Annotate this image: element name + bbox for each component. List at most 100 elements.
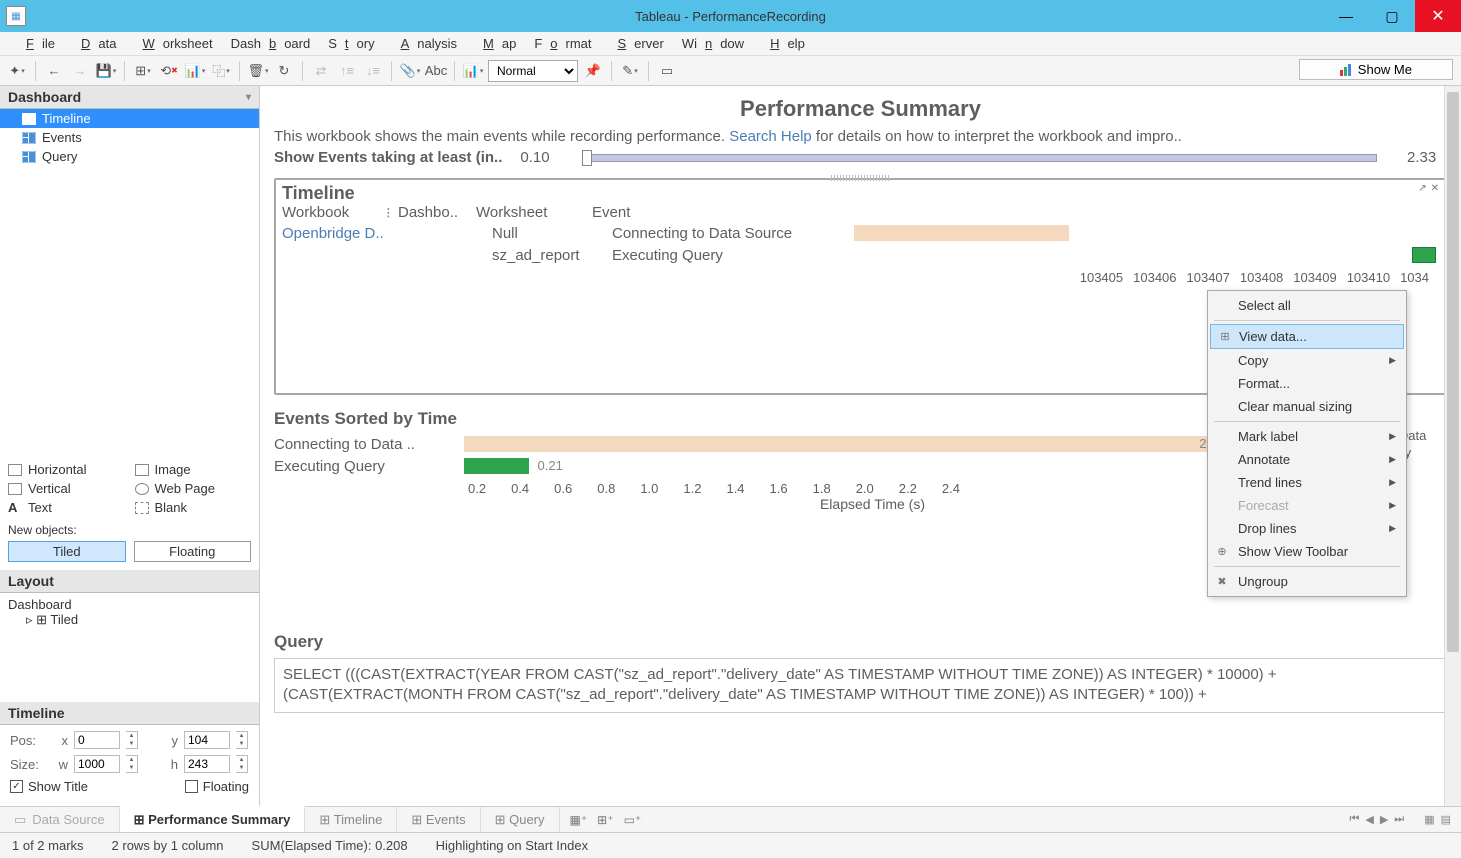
menu-format[interactable]: Format bbox=[526, 34, 599, 53]
menu-help[interactable]: Help bbox=[754, 34, 813, 53]
size-h-input[interactable] bbox=[184, 755, 230, 773]
menu-dashboard[interactable]: Dashboard bbox=[223, 34, 319, 53]
sheet-tab[interactable]: ⊞ Events bbox=[397, 807, 480, 832]
close-button[interactable]: ✕ bbox=[1415, 0, 1461, 32]
new-dashboard-icon[interactable]: ⊞⁺ bbox=[597, 813, 613, 827]
slider-handle[interactable] bbox=[582, 150, 592, 166]
group-icon[interactable]: 📎 bbox=[399, 60, 421, 82]
expand-icon[interactable]: ↗ bbox=[1418, 183, 1426, 194]
timeline-row[interactable]: sz_ad_report Executing Query bbox=[282, 244, 1439, 266]
tiled-toggle[interactable]: Tiled bbox=[8, 541, 126, 562]
label-icon[interactable]: Abc bbox=[425, 60, 447, 82]
event-row[interactable]: Executing Query 0.21 bbox=[274, 455, 1281, 477]
pos-y-input[interactable] bbox=[184, 731, 230, 749]
help-link[interactable]: Search Help bbox=[729, 128, 812, 145]
timeline-bar[interactable] bbox=[854, 225, 1069, 241]
menu-file[interactable]: File bbox=[10, 34, 63, 53]
event-row[interactable]: Connecting to Data .. 2.33 bbox=[274, 433, 1281, 455]
spinner[interactable]: ▲▼ bbox=[236, 755, 248, 773]
context-menu-item[interactable]: ✖Ungroup bbox=[1208, 570, 1406, 593]
save-icon[interactable]: 💾 bbox=[95, 60, 117, 82]
sort-desc-icon[interactable]: ↓≡ bbox=[362, 60, 384, 82]
size-w-input[interactable] bbox=[74, 755, 120, 773]
spinner[interactable]: ▲▼ bbox=[236, 731, 248, 749]
data-source-tab[interactable]: ▭ Data Source bbox=[0, 807, 120, 832]
context-menu-item[interactable]: ⊕Show View Toolbar bbox=[1208, 540, 1406, 563]
pos-x-input[interactable] bbox=[74, 731, 120, 749]
context-menu-item[interactable]: Mark label▶ bbox=[1208, 425, 1406, 448]
nav-next-icon[interactable]: ▶ bbox=[1380, 813, 1388, 826]
dashboard-item-query[interactable]: Query bbox=[0, 147, 259, 166]
presentation-icon[interactable]: ▭ bbox=[656, 60, 678, 82]
scrollbar-thumb[interactable] bbox=[1447, 92, 1459, 652]
timeline-bar[interactable] bbox=[1412, 247, 1436, 263]
event-bar[interactable] bbox=[464, 436, 1224, 452]
object-horizontal[interactable]: Horizontal bbox=[8, 462, 125, 477]
auto-update-icon[interactable]: ↻ bbox=[273, 60, 295, 82]
show-title-checkbox[interactable]: ✓Show Title bbox=[10, 779, 88, 794]
menu-map[interactable]: Map bbox=[467, 34, 524, 53]
layout-child[interactable]: ▹ ⊞ Tiled bbox=[8, 612, 251, 628]
new-datasource-icon[interactable]: ⊞ bbox=[132, 60, 154, 82]
new-worksheet-icon[interactable]: ▦⁺ bbox=[570, 813, 588, 827]
context-menu-item[interactable]: Drop lines▶ bbox=[1208, 517, 1406, 540]
fit-mode-select[interactable]: Normal bbox=[488, 60, 578, 82]
redo-icon[interactable]: → bbox=[69, 60, 91, 82]
show-tabs-icon[interactable]: ▦ bbox=[1424, 813, 1434, 826]
clear-icon[interactable]: 🗑 bbox=[247, 60, 269, 82]
context-menu-item[interactable]: Annotate▶ bbox=[1208, 448, 1406, 471]
workbook-link[interactable]: Openbridge D.. bbox=[282, 225, 384, 242]
dashboard-item-events[interactable]: Events bbox=[0, 128, 259, 147]
floating-checkbox[interactable]: Floating bbox=[185, 779, 249, 794]
menu-story[interactable]: Story bbox=[320, 34, 382, 53]
sort-asc-icon[interactable]: ↑≡ bbox=[336, 60, 358, 82]
object-webpage[interactable]: Web Page bbox=[135, 481, 252, 496]
context-menu-item[interactable]: ⊞View data... bbox=[1210, 324, 1404, 349]
highlight-icon[interactable]: ✎ bbox=[619, 60, 641, 82]
panel-menu-icon[interactable]: ▾ bbox=[246, 92, 251, 103]
sheet-tab[interactable]: ⊞ Timeline bbox=[305, 807, 397, 832]
menu-analysis[interactable]: Analysis bbox=[385, 34, 465, 53]
view-icon[interactable]: 📊 bbox=[462, 60, 484, 82]
show-me-button[interactable]: Show Me bbox=[1299, 59, 1453, 80]
sheet-tab[interactable]: ⊞ Query bbox=[481, 807, 560, 832]
nav-first-icon[interactable]: ⏮ bbox=[1349, 813, 1359, 826]
object-text[interactable]: AText bbox=[8, 500, 125, 515]
context-menu-item[interactable]: Copy▶ bbox=[1208, 349, 1406, 372]
spinner[interactable]: ▲▼ bbox=[126, 731, 138, 749]
show-filmstrip-icon[interactable]: ▤ bbox=[1441, 813, 1451, 826]
new-worksheet-icon[interactable]: 📊 bbox=[184, 60, 206, 82]
context-menu-item[interactable]: Trend lines▶ bbox=[1208, 471, 1406, 494]
spinner[interactable]: ▲▼ bbox=[126, 755, 138, 773]
floating-toggle[interactable]: Floating bbox=[134, 541, 252, 562]
object-vertical[interactable]: Vertical bbox=[8, 481, 125, 496]
nav-prev-icon[interactable]: ◀ bbox=[1365, 813, 1373, 826]
nav-last-icon[interactable]: ⏭ bbox=[1394, 813, 1404, 826]
menu-worksheet[interactable]: Worksheet bbox=[126, 34, 220, 53]
maximize-button[interactable]: ▢ bbox=[1369, 0, 1415, 32]
menu-window[interactable]: Window bbox=[674, 34, 752, 53]
menu-data[interactable]: Data bbox=[65, 34, 124, 53]
object-blank[interactable]: Blank bbox=[135, 500, 252, 515]
context-menu-item[interactable]: Format... bbox=[1208, 372, 1406, 395]
layout-root[interactable]: Dashboard bbox=[8, 597, 251, 612]
remove-icon[interactable]: ✕ bbox=[1431, 183, 1439, 194]
event-duration-slider[interactable] bbox=[578, 150, 1389, 166]
menu-server[interactable]: Server bbox=[602, 34, 672, 53]
sheet-tab[interactable]: ⊞ Performance Summary bbox=[120, 806, 306, 832]
vertical-scrollbar[interactable] bbox=[1444, 86, 1461, 806]
timeline-row[interactable]: Openbridge D.. Null Connecting to Data S… bbox=[282, 222, 1439, 244]
event-bar[interactable] bbox=[464, 458, 529, 474]
context-menu-item[interactable]: Select all bbox=[1208, 294, 1406, 317]
object-image[interactable]: Image bbox=[135, 462, 252, 477]
duplicate-icon[interactable]: ⿻ bbox=[210, 60, 232, 82]
new-story-icon[interactable]: ▭⁺ bbox=[624, 813, 642, 827]
dashboard-item-timeline[interactable]: Timeline bbox=[0, 109, 259, 128]
pin-icon[interactable]: 📌 bbox=[582, 60, 604, 82]
undo-icon[interactable]: ← bbox=[43, 60, 65, 82]
context-menu-item[interactable]: Clear manual sizing bbox=[1208, 395, 1406, 418]
minimize-button[interactable]: — bbox=[1323, 0, 1369, 32]
connect-icon[interactable]: ✦ bbox=[6, 60, 28, 82]
swap-icon[interactable]: ⇄ bbox=[310, 60, 332, 82]
refresh-icon[interactable]: ⟲✖ bbox=[158, 60, 180, 82]
